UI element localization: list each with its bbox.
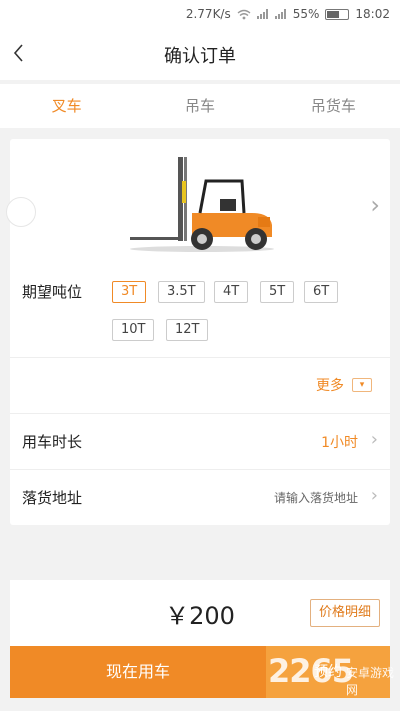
tab-crane[interactable]: 吊车 bbox=[133, 84, 266, 128]
tonnage-option-5t[interactable]: 5T bbox=[260, 281, 295, 303]
address-label: 落货地址 bbox=[22, 489, 83, 507]
tab-forklift[interactable]: 叉车 bbox=[0, 84, 133, 128]
tonnage-option-10t[interactable]: 10T bbox=[112, 319, 155, 341]
divider bbox=[10, 469, 390, 470]
divider bbox=[10, 357, 390, 358]
network-speed: 2.77K/s bbox=[185, 7, 231, 21]
page-title: 确认订单 bbox=[164, 46, 236, 67]
nav-bar: 确认订单 bbox=[0, 30, 400, 80]
order-card: › 期望吨位 3T 3.5T 4T 5T 6T 10T 12T 更多 ▾ 用车时… bbox=[6, 139, 390, 525]
chevron-down-icon: ▾ bbox=[352, 378, 372, 392]
tab-crane-truck[interactable]: 吊货车 bbox=[267, 84, 400, 128]
price-bar: ￥200 价格明细 bbox=[10, 580, 390, 646]
battery-percent: 55% bbox=[292, 7, 320, 21]
tonnage-option-12t[interactable]: 12T bbox=[166, 319, 209, 341]
duration-label: 用车时长 bbox=[22, 433, 83, 451]
wifi-icon bbox=[237, 9, 251, 19]
order-now-button[interactable]: 现在用车 bbox=[10, 646, 266, 698]
carousel-prev-dot[interactable] bbox=[6, 197, 36, 227]
tonnage-option-3-5t[interactable]: 3.5T bbox=[158, 281, 205, 303]
status-bar: 2.77K/s 55% 18:02 bbox=[0, 0, 400, 30]
duration-value[interactable]: 1小时 bbox=[321, 432, 358, 452]
status-indicators: 2.77K/s 55% 18:02 bbox=[186, 7, 390, 21]
tonnage-option-4t[interactable]: 4T bbox=[214, 281, 249, 303]
signal-icon-2 bbox=[274, 9, 287, 19]
chevron-right-icon: › bbox=[370, 429, 378, 450]
vehicle-type-tabs: 叉车 吊车 吊货车 bbox=[0, 84, 400, 128]
watermark-text: 安卓游戏网 bbox=[346, 666, 395, 697]
more-toggle[interactable]: 更多 ▾ bbox=[316, 375, 372, 395]
battery-icon bbox=[325, 8, 350, 20]
signal-icon bbox=[256, 9, 269, 19]
more-label: 更多 bbox=[316, 378, 344, 394]
forklift-image bbox=[130, 157, 274, 252]
watermark-number: 2265 bbox=[268, 652, 354, 690]
price-detail-button[interactable]: 价格明细 bbox=[309, 599, 380, 627]
address-input[interactable]: 请输入落货地址 bbox=[274, 489, 358, 506]
tonnage-option-6t[interactable]: 6T bbox=[304, 281, 339, 303]
clock: 18:02 bbox=[355, 7, 390, 21]
tonnage-option-3t[interactable]: 3T bbox=[112, 281, 147, 303]
watermark-logo: 2265 安卓游戏网 bbox=[268, 652, 400, 697]
chevron-right-icon: › bbox=[370, 485, 378, 506]
tonnage-label: 期望吨位 bbox=[22, 283, 83, 301]
carousel-next-icon[interactable]: › bbox=[370, 191, 380, 219]
divider bbox=[10, 413, 390, 414]
